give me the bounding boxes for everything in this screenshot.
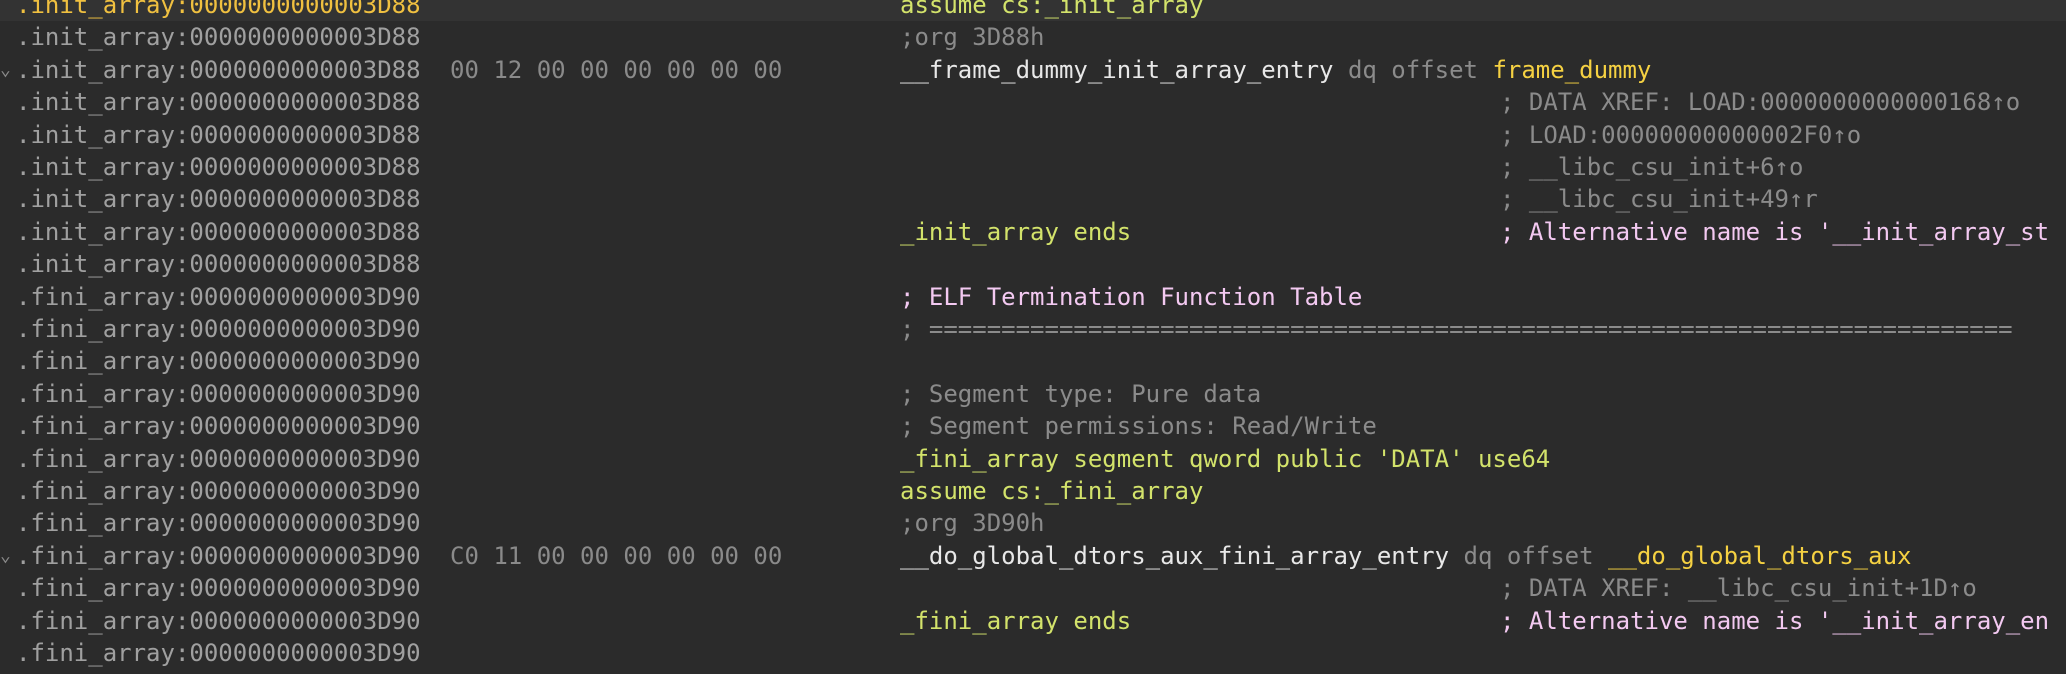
instruction-token: ; Segment permissions: Read/Write	[900, 412, 1377, 441]
line-address[interactable]: .fini_array:0000000000003D90	[16, 637, 421, 669]
opcode-bytes: 00 12 00 00 00 00 00 00	[450, 55, 783, 84]
instruction[interactable]: assume cs:_init_array	[900, 0, 1203, 21]
line-address[interactable]: .fini_array:0000000000003D90	[16, 281, 421, 313]
comment-text: ; LOAD:00000000000002F0↑o	[1500, 120, 1862, 149]
disasm-line[interactable]: .init_array:0000000000003D88 _init_array …	[0, 216, 2066, 248]
line-comment: ; LOAD:00000000000002F0↑o	[1500, 119, 1861, 151]
disasm-line[interactable]: .fini_array:0000000000003D90 ;org 3D90h	[0, 507, 2066, 539]
instruction-token: dq offset	[1347, 55, 1493, 84]
instruction[interactable]: __frame_dummy_init_array_entry dq offset…	[900, 54, 1651, 86]
comment-text: ; Alternative name is '__init_array_en	[1500, 606, 2050, 635]
comment-text: ; DATA XREF: LOAD:0000000000000168↑o	[1500, 88, 2021, 117]
instruction-token: assume cs:_fini_array	[900, 477, 1204, 505]
line-address[interactable]: .fini_array:0000000000003D90	[16, 443, 421, 475]
line-comment: ; DATA XREF: __libc_csu_init+1D↑o	[1500, 572, 1977, 604]
line-address[interactable]: .fini_array:0000000000003D90	[16, 605, 421, 637]
line-address[interactable]: .fini_array:0000000000003D90	[16, 313, 421, 345]
instruction[interactable]: ; ELF Dynamic Information	[800, 669, 1161, 674]
instruction[interactable]: ; Segment type: Pure data	[900, 378, 1261, 410]
disasm-line[interactable]: .init_array:0000000000003D88 assume cs:_i…	[0, 0, 2066, 21]
line-address[interactable]: .init_array:0000000000003D88	[16, 54, 421, 86]
disasm-line[interactable]: .init_array:0000000000003D88	[0, 248, 2066, 280]
instruction-token: ; ELF Termination Function Table	[900, 282, 1363, 311]
disasm-line[interactable]: .fini_array:0000000000003D90 ; ELF Termin…	[0, 281, 2066, 313]
instruction[interactable]: __do_global_dtors_aux_fini_array_entry d…	[900, 540, 1911, 572]
disassembly-view[interactable]: .init_array:0000000000003D88 assume cs:_i…	[0, 0, 2066, 674]
line-address[interactable]: .init_array:0000000000003D88	[16, 0, 421, 21]
comment-text: ; DATA XREF: __libc_csu_init+1D↑o	[1500, 574, 1977, 603]
comment-text: ; __libc_csu_init+6↑o	[1500, 153, 1804, 181]
line-comment: ; __libc_csu_init+6↑o	[1500, 151, 1803, 183]
instruction-token: _fini_array segment qword public 'DATA' …	[900, 444, 1551, 473]
disasm-line[interactable]: .fini_array:0000000000003D90 ; Segment ty…	[0, 378, 2066, 410]
opcode-bytes: C0 11 00 00 00 00 00 00	[450, 541, 783, 570]
line-address[interactable]: .init_array:0000000000003D88	[16, 248, 421, 280]
line-comment: ; __libc_csu_init+49↑r	[1500, 183, 1818, 215]
instruction[interactable]: ; ======================================…	[900, 313, 2013, 345]
disasm-line[interactable]: ⌄ .fini_array:0000000000003D90 C0 11 00 00…	[0, 540, 2066, 572]
line-address[interactable]: .init_array:0000000000003D88	[16, 119, 421, 151]
line-address[interactable]: .fini_array:0000000000003D90	[16, 572, 421, 604]
comment-text: ; __libc_csu_init+49↑r	[1500, 185, 1818, 214]
line-address[interactable]: .fini_array:0000000000003D90	[16, 410, 421, 442]
disasm-line[interactable]: LOAD:0000000000003D98 ; ELF Dynamic Infor…	[0, 669, 2066, 674]
instruction[interactable]: ; Segment permissions: Read/Write	[900, 410, 1377, 442]
instruction-token[interactable]: __do_global_dtors_aux	[1608, 542, 1911, 570]
disasm-line[interactable]: .init_array:0000000000003D88 ;org 3D88h	[0, 21, 2066, 53]
disasm-line[interactable]: ⌄ .init_array:0000000000003D88 00 12 00 00…	[0, 54, 2066, 86]
disasm-line[interactable]: .fini_array:0000000000003D90 ; DATA XREF:…	[0, 572, 2066, 604]
collapse-arrow-icon[interactable]: ⌄	[0, 54, 14, 86]
line-address[interactable]: .init_array:0000000000003D88	[16, 216, 421, 248]
instruction-token: _init_array ends	[900, 217, 1132, 246]
line-address[interactable]: .fini_array:0000000000003D90	[16, 540, 421, 572]
instruction-token: assume cs:_init_array	[900, 0, 1204, 19]
instruction[interactable]: _fini_array ends	[900, 605, 1131, 637]
line-address[interactable]: .fini_array:0000000000003D90	[16, 345, 421, 377]
disasm-line[interactable]: .init_array:0000000000003D88 ; __libc_csu…	[0, 151, 2066, 183]
line-address[interactable]: .init_array:0000000000003D88	[16, 151, 421, 183]
instruction-token: dq offset	[1463, 541, 1609, 570]
line-address[interactable]: LOAD:0000000000003D98	[16, 669, 319, 674]
collapse-arrow-icon[interactable]: ⌄	[0, 540, 14, 572]
line-comment: ; Alternative name is '__init_array_en	[1500, 605, 2049, 637]
instruction-token: ; ======================================…	[900, 315, 2013, 343]
line-comment: ; DATA XREF: LOAD:0000000000000168↑o	[1500, 86, 2020, 118]
disasm-line[interactable]: .init_array:0000000000003D88 ; __libc_csu…	[0, 183, 2066, 215]
line-address[interactable]: .fini_array:0000000000003D90	[16, 475, 421, 507]
instruction-token: _fini_array ends	[900, 606, 1132, 635]
disasm-line[interactable]: .fini_array:0000000000003D90 ; ==========…	[0, 313, 2066, 345]
instruction[interactable]: _init_array ends	[900, 216, 1131, 248]
disasm-line[interactable]: .fini_array:0000000000003D90 _fini_array …	[0, 443, 2066, 475]
disasm-line[interactable]: .fini_array:0000000000003D90 _fini_array …	[0, 605, 2066, 637]
instruction[interactable]: assume cs:_fini_array	[900, 475, 1203, 507]
disasm-line[interactable]: .init_array:0000000000003D88 ; LOAD:00000…	[0, 119, 2066, 151]
disasm-line[interactable]: .fini_array:0000000000003D90	[0, 345, 2066, 377]
instruction[interactable]: ;org 3D90h	[900, 507, 1045, 539]
disasm-line[interactable]: .fini_array:0000000000003D90 assume cs:_f…	[0, 475, 2066, 507]
disasm-line[interactable]: .fini_array:0000000000003D90	[0, 637, 2066, 669]
instruction-token: ;org 3D88h	[900, 23, 1045, 52]
instruction[interactable]: ;org 3D88h	[900, 21, 1045, 53]
instruction-token: __frame_dummy_init_array_entry	[900, 55, 1348, 84]
instruction-token: ; Segment type: Pure data	[900, 379, 1262, 408]
line-address[interactable]: .init_array:0000000000003D88	[16, 183, 421, 215]
instruction-token: __do_global_dtors_aux_fini_array_entry	[900, 541, 1464, 570]
comment-text: ; Alternative name is '__init_array_st	[1500, 217, 2050, 246]
instruction[interactable]: ; ELF Termination Function Table	[900, 281, 1362, 313]
line-address[interactable]: .init_array:0000000000003D88	[16, 21, 421, 53]
instruction-token[interactable]: frame_dummy	[1492, 56, 1651, 84]
disasm-line[interactable]: .init_array:0000000000003D88 ; DATA XREF:…	[0, 86, 2066, 118]
line-comment: ; Alternative name is '__init_array_st	[1500, 216, 2049, 248]
instruction[interactable]: _fini_array segment qword public 'DATA' …	[900, 443, 1550, 475]
disasm-line[interactable]: .fini_array:0000000000003D90 ; Segment pe…	[0, 410, 2066, 442]
line-address[interactable]: .init_array:0000000000003D88	[16, 86, 421, 118]
instruction-token: ;org 3D90h	[900, 509, 1045, 538]
line-address[interactable]: .fini_array:0000000000003D90	[16, 507, 421, 539]
line-address[interactable]: .fini_array:0000000000003D90	[16, 378, 421, 410]
